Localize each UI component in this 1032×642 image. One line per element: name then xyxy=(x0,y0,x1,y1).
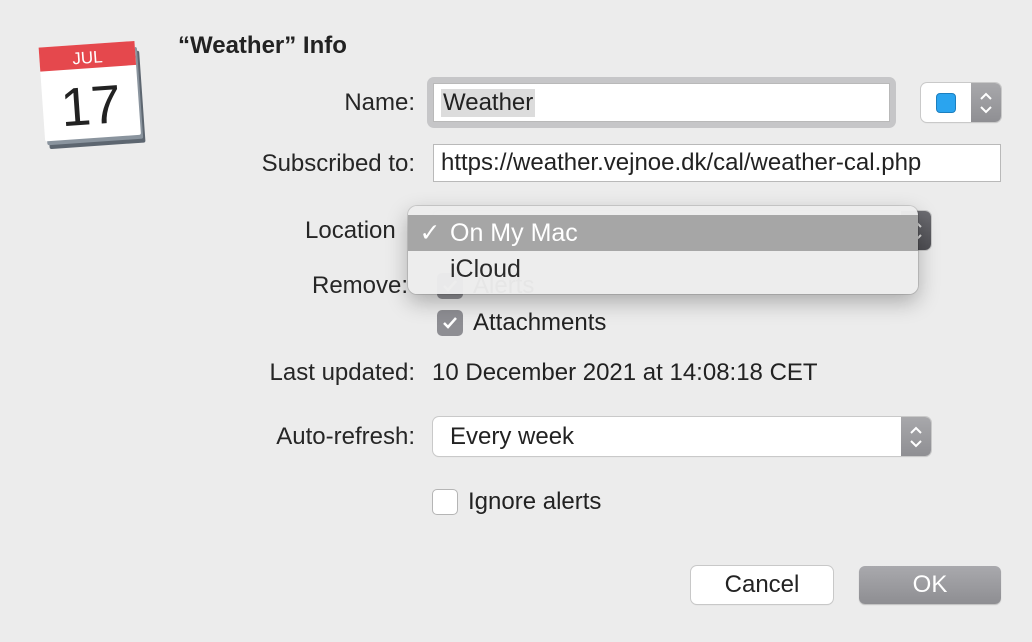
subscribed-label: Subscribed to: xyxy=(261,150,415,177)
last-updated-value: 10 December 2021 at 14:08:18 CET xyxy=(432,359,818,386)
menu-item-label: On My Mac xyxy=(450,218,578,247)
auto-refresh-label: Auto-refresh: xyxy=(276,423,415,450)
calendar-month: JUL xyxy=(72,47,103,68)
name-field[interactable]: Weather xyxy=(433,83,890,122)
subscribed-url-field[interactable]: https://weather.vejnoe.dk/cal/weather-ca… xyxy=(433,144,1001,182)
remove-label: Remove: xyxy=(312,272,409,299)
name-label: Name: xyxy=(344,89,415,116)
auto-refresh-popup[interactable]: Every week xyxy=(433,417,931,456)
updown-chevron-icon xyxy=(901,417,931,456)
ignore-alerts-checkbox[interactable] xyxy=(432,489,458,515)
calendar-day: 17 xyxy=(59,74,123,138)
remove-attachments-label: Attachments xyxy=(473,309,607,336)
remove-attachments-option[interactable]: Attachments xyxy=(437,309,606,337)
location-menu: ✓ On My Mac iCloud xyxy=(408,206,918,294)
name-field-value: Weather xyxy=(441,88,536,117)
dialog-title: “Weather” Info xyxy=(178,32,347,59)
last-updated-label: Last updated: xyxy=(269,359,415,386)
subscribed-url-value: https://weather.vejnoe.dk/cal/weather-ca… xyxy=(441,149,922,176)
updown-chevron-icon xyxy=(971,83,1001,122)
location-label: Location xyxy=(305,217,396,244)
color-popup[interactable] xyxy=(921,83,1001,122)
checkmark-icon: ✓ xyxy=(419,219,441,247)
auto-refresh-value: Every week xyxy=(450,423,575,450)
cancel-button[interactable]: Cancel xyxy=(691,566,833,604)
menu-item-on-my-mac[interactable]: ✓ On My Mac xyxy=(408,215,918,251)
ignore-alerts-option[interactable]: Ignore alerts xyxy=(432,488,601,516)
remove-attachments-checkbox[interactable] xyxy=(437,310,463,336)
menu-item-label: iCloud xyxy=(450,254,521,283)
color-swatch xyxy=(936,93,956,113)
ignore-alerts-label: Ignore alerts xyxy=(468,488,602,515)
calendar-icon: JUL 17 xyxy=(38,38,148,150)
ok-button[interactable]: OK xyxy=(859,566,1001,604)
menu-item-icloud[interactable]: iCloud xyxy=(408,251,918,287)
